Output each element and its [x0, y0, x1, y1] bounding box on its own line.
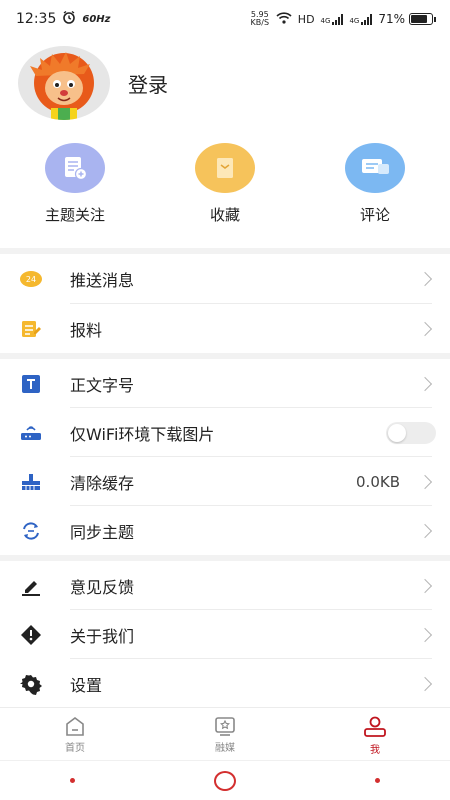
home-icon [66, 717, 84, 736]
quick-action-comments[interactable]: 评论 [300, 143, 450, 225]
tab-label: 首页 [65, 743, 85, 754]
quick-actions: 主题关注 收藏 评论 [0, 143, 450, 225]
chevron-right-icon [417, 523, 433, 538]
broom-icon [18, 469, 44, 495]
tab-label: 融媒 [215, 743, 235, 754]
quick-action-label: 评论 [359, 206, 390, 224]
menu-item-label: 报料 [70, 320, 103, 340]
tab-label: 我 [370, 745, 380, 756]
font-size-icon [18, 371, 44, 397]
wifi-icon [276, 11, 292, 27]
chevron-right-icon [417, 376, 433, 391]
topic-follow-icon [45, 143, 105, 193]
menu-item-label: 设置 [70, 675, 103, 695]
avatar[interactable] [18, 46, 110, 120]
quick-action-favorites[interactable]: 收藏 [150, 143, 300, 225]
chevron-right-icon [417, 627, 433, 642]
nav-home-button[interactable] [213, 770, 236, 791]
menu-item-wifi-images: 仅WiFi环境下载图片 [0, 408, 450, 457]
user-icon [364, 716, 386, 737]
menu-item-label: 正文字号 [70, 375, 135, 395]
status-time: 12:35 [16, 11, 57, 27]
gear-icon [18, 671, 44, 697]
push-badge-icon: 24 [18, 266, 44, 292]
favorites-icon [195, 143, 255, 193]
signal-icon: 4G [321, 13, 344, 25]
system-nav-bar [0, 760, 450, 800]
refresh-rate: 60Hz [82, 13, 111, 25]
menu-item-push[interactable]: 24 推送消息 [0, 254, 450, 303]
tab-me[interactable]: 我 [300, 708, 450, 759]
menu-item-label: 意见反馈 [70, 577, 135, 597]
info-diamond-icon [18, 622, 44, 648]
net-speed: 5.95 KB/S [250, 10, 270, 27]
menu-item-label: 仅WiFi环境下载图片 [70, 424, 215, 444]
router-icon [18, 420, 44, 446]
chevron-right-icon [417, 676, 433, 691]
bottom-tab-bar: 首页 融媒 我 [0, 707, 450, 759]
media-icon [215, 717, 235, 736]
chevron-right-icon [417, 474, 433, 489]
login-label[interactable]: 登录 [128, 69, 168, 98]
quick-action-topic-follow[interactable]: 主题关注 [0, 143, 150, 225]
quick-action-label: 收藏 [209, 206, 240, 224]
pencil-icon [18, 573, 44, 599]
menu-item-clear-cache[interactable]: 清除缓存 0.0KB [0, 457, 450, 506]
menu-item-feedback[interactable]: 意见反馈 [0, 561, 450, 610]
menu-item-label: 同步主题 [70, 522, 135, 542]
mascot-avatar-icon [30, 52, 94, 120]
comment-icon [345, 143, 405, 193]
nav-back-button[interactable] [69, 778, 75, 783]
quick-action-label: 主题关注 [44, 206, 105, 224]
menu-item-sync-topics[interactable]: 同步主题 [0, 506, 450, 555]
chevron-right-icon [417, 321, 433, 336]
tab-home[interactable]: 首页 [0, 708, 150, 759]
menu-item-report[interactable]: 报料 [0, 304, 450, 353]
menu-item-label: 推送消息 [70, 270, 135, 290]
battery-indicator: 71% [378, 12, 436, 26]
alarm-icon [62, 10, 76, 28]
hd-label: HD [297, 12, 315, 26]
menu-item-about[interactable]: 关于我们 [0, 610, 450, 659]
signal-icon-2: 4G [349, 13, 373, 25]
profile-header[interactable]: 登录 [18, 46, 168, 120]
status-bar: 12:35 60Hz 5.95 KB/S HD 4G 4G 71% [0, 0, 450, 38]
nav-recents-button[interactable] [375, 778, 381, 783]
report-icon [18, 316, 44, 342]
wifi-only-toggle[interactable] [386, 421, 436, 444]
chevron-right-icon [417, 271, 433, 286]
sync-icon [18, 518, 44, 544]
menu-item-font-size[interactable]: 正文字号 [0, 359, 450, 408]
svg-text:24: 24 [26, 275, 36, 284]
menu-item-label: 清除缓存 [70, 473, 135, 493]
menu-item-settings[interactable]: 设置 [0, 659, 450, 708]
battery-icon [409, 13, 433, 25]
chevron-right-icon [417, 578, 433, 593]
tab-media[interactable]: 融媒 [150, 708, 300, 759]
cache-size-value: 0.0KB [356, 472, 400, 491]
menu-item-label: 关于我们 [70, 626, 135, 646]
